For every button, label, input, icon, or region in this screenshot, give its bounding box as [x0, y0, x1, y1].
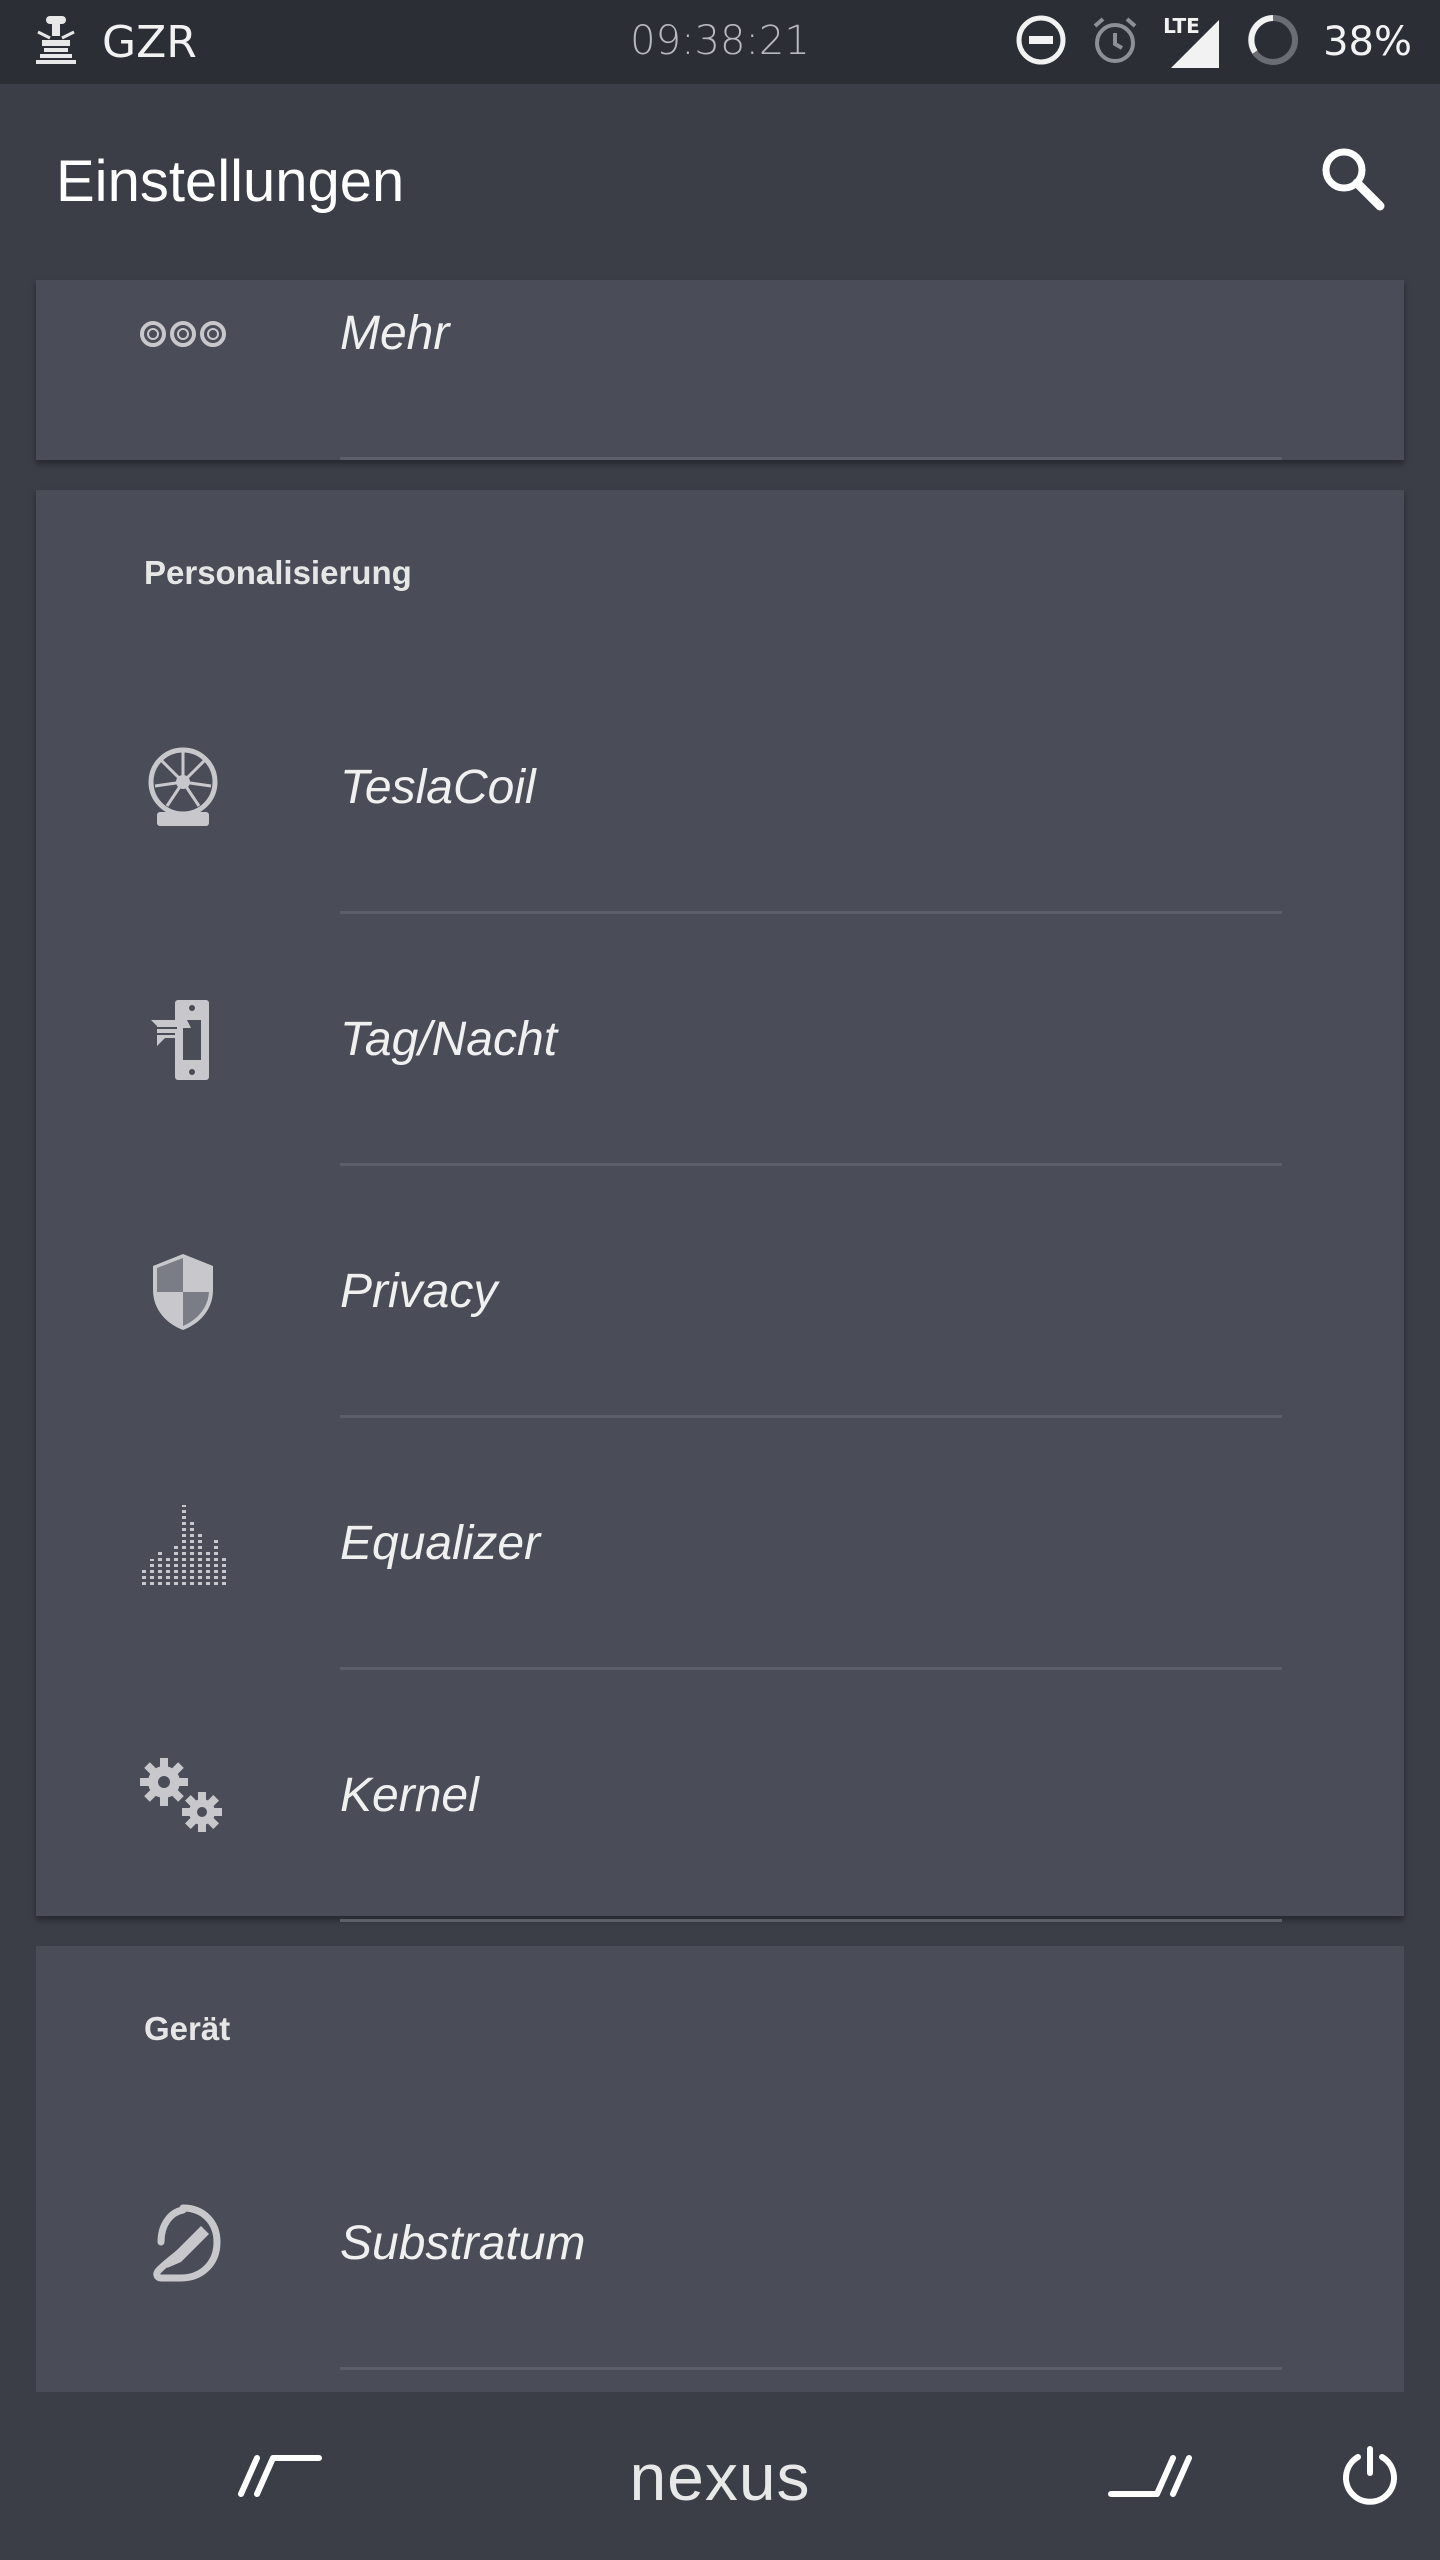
signal-icon: LTE: [1163, 14, 1223, 70]
settings-item-teslacoil[interactable]: TeslaCoil: [36, 662, 1404, 914]
settings-item-kernel[interactable]: Kernel: [36, 1670, 1404, 1922]
settings-item-privacy[interactable]: Privacy: [36, 1166, 1404, 1418]
section-geraet: Gerät Substratum: [36, 1946, 1404, 2392]
page-title: Einstellungen: [56, 149, 405, 214]
section-personalisierung: Personalisierung TeslaCoil Tag/Nacht Pri…: [36, 490, 1404, 1922]
shield-icon: [138, 1247, 228, 1337]
gears-icon: [138, 1751, 228, 1841]
nexus-logo: nexus: [629, 2440, 811, 2514]
settings-item-substratum[interactable]: Substratum: [36, 2118, 1404, 2370]
alarm-icon: [1089, 14, 1141, 70]
day-night-switch-icon: [138, 995, 228, 1085]
divider: [340, 457, 1282, 460]
section-header: Gerät: [144, 2010, 231, 2047]
navigation-bar: nexus: [0, 2392, 1440, 2560]
do-not-disturb-icon: [1015, 14, 1067, 70]
settings-item-equalizer[interactable]: Equalizer: [36, 1418, 1404, 1670]
settings-item-label: Tag/Nacht: [340, 1013, 558, 1066]
settings-item-label: Equalizer: [340, 1517, 541, 1570]
battery-circle-icon: [1245, 12, 1301, 72]
home-button[interactable]: nexus: [560, 2432, 880, 2522]
power-icon: [1338, 2443, 1402, 2511]
tesla-coil-icon: [138, 743, 228, 833]
back-icon: [235, 2450, 325, 2504]
section-header: Personalisierung: [144, 554, 412, 591]
settings-item-label: Mehr: [340, 307, 450, 360]
substratum-icon: [138, 2199, 228, 2289]
settings-item-label: Privacy: [340, 1265, 498, 1318]
status-bar: GZR 09:38:21 LTE 38%: [0, 0, 1440, 84]
power-button[interactable]: [1330, 2432, 1410, 2522]
equalizer-icon: [138, 1499, 228, 1589]
settings-item-more[interactable]: Mehr: [36, 208, 1404, 460]
settings-item-label: Substratum: [340, 2217, 586, 2270]
back-button[interactable]: [220, 2432, 340, 2522]
settings-item-tag-nacht[interactable]: Tag/Nacht: [36, 914, 1404, 1166]
recents-button[interactable]: [1090, 2432, 1210, 2522]
search-icon: [1316, 142, 1388, 218]
more-circles-icon: [138, 289, 228, 379]
battery-percentage: 38%: [1323, 19, 1412, 65]
divider: [340, 2367, 1282, 2370]
settings-item-label: TeslaCoil: [340, 761, 536, 814]
recents-icon: [1105, 2450, 1195, 2504]
divider: [340, 1919, 1282, 1922]
settings-item-label: Kernel: [340, 1769, 479, 1822]
more-card: Mehr: [36, 280, 1404, 460]
status-right: LTE 38%: [1015, 14, 1412, 70]
